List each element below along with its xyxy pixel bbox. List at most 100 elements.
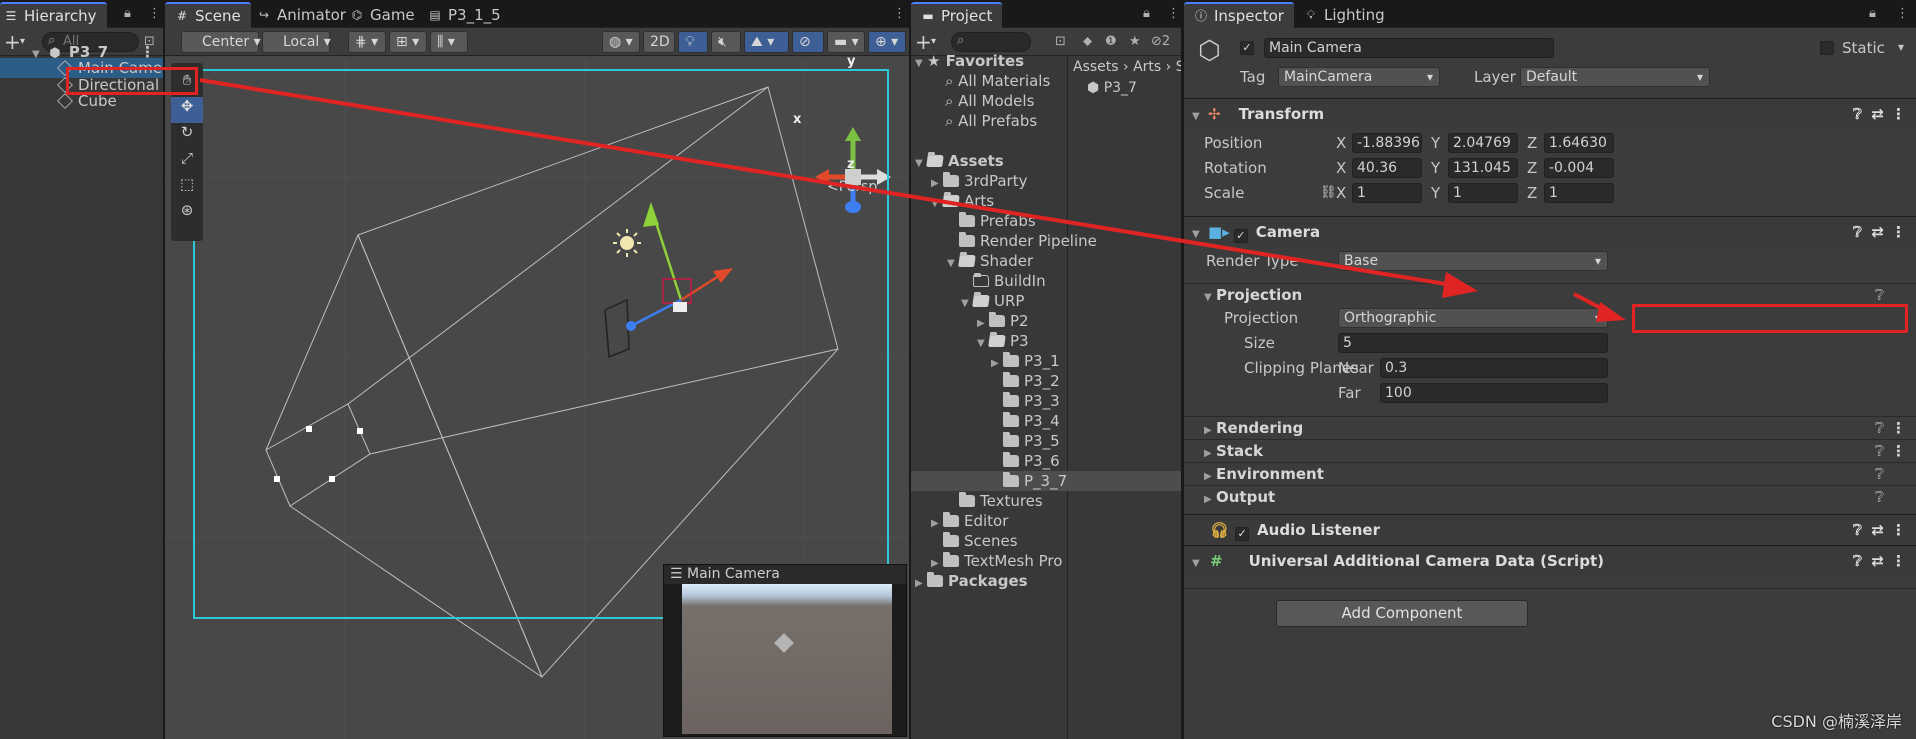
tab-game[interactable]: ⌬ Game: [340, 2, 425, 28]
settings-icon[interactable]: ⇄: [1871, 217, 1884, 247]
folder-item[interactable]: ▼ P3: [911, 331, 1181, 351]
more-icon[interactable]: ⋮: [1891, 99, 1906, 129]
scale-tool-icon[interactable]: ⤢: [171, 149, 203, 175]
draw-mode-button[interactable]: ◍ ▾: [602, 31, 640, 53]
active-checkbox[interactable]: ✓: [1240, 41, 1254, 55]
folder-item[interactable]: P3_6: [911, 451, 1181, 471]
rotation-x-field[interactable]: 40.36: [1352, 158, 1422, 178]
tab-hierarchy[interactable]: ☰ Hierarchy: [0, 2, 107, 28]
position-x-field[interactable]: -1.88396: [1352, 133, 1422, 153]
favorite-item[interactable]: ⌕ All Materials: [911, 71, 1181, 91]
lock-icon[interactable]: 🔒︎: [1143, 6, 1150, 21]
favorites-row[interactable]: ▼ ★ Favorites: [911, 51, 1181, 71]
more-icon[interactable]: ⋮: [1167, 6, 1180, 21]
help-icon[interactable]: ❔︎: [1875, 463, 1884, 485]
camera-header[interactable]: ▼ ■▸ ✓ Camera ❔︎ ⇄ ⋮: [1184, 216, 1916, 246]
hidden-objects-icon[interactable]: ⊘: [792, 31, 824, 53]
help-icon[interactable]: ❔︎: [1875, 417, 1884, 439]
pivot-dropdown[interactable]: Center ▾: [181, 31, 261, 53]
settings-icon[interactable]: ⇄: [1871, 99, 1884, 129]
camera-settings-icon[interactable]: ▬ ▾: [827, 31, 865, 53]
project-search-input[interactable]: [951, 32, 1031, 52]
projection-section-header[interactable]: ▼ Projection ❔︎: [1184, 283, 1916, 305]
mode-2d-button[interactable]: 2D: [643, 31, 675, 53]
snap-increment-button[interactable]: ⊞ ▾: [389, 31, 427, 53]
hidden-packages-icon[interactable]: ⊘2: [1151, 34, 1170, 49]
projection-dropdown[interactable]: Orthographic: [1338, 308, 1608, 328]
tab-project[interactable]: ▬ Project: [911, 2, 1003, 28]
folder-item[interactable]: ▼ URP: [911, 291, 1181, 311]
grid-snap-button[interactable]: ⋕ ▾: [348, 31, 386, 53]
far-field[interactable]: 100: [1380, 383, 1608, 403]
help-icon[interactable]: ❔︎: [1853, 515, 1862, 545]
help-icon[interactable]: ❔︎: [1853, 546, 1862, 576]
folder-item[interactable]: Textures: [911, 491, 1181, 511]
more-icon[interactable]: ⋮: [1891, 417, 1906, 439]
folder-item[interactable]: ▼ Shader: [911, 251, 1181, 271]
more-icon[interactable]: ⋮: [1896, 6, 1909, 21]
folder-item[interactable]: P3_2: [911, 371, 1181, 391]
ruler-button[interactable]: ⫼ ▾: [430, 31, 468, 53]
tab-lighting[interactable]: 💡︎ Lighting: [1294, 2, 1395, 28]
hierarchy-item-cube[interactable]: Cube: [0, 91, 163, 111]
help-icon[interactable]: ❔︎: [1853, 99, 1862, 129]
chevron-down-icon[interactable]: ▾: [931, 36, 936, 47]
rect-tool-icon[interactable]: ⬚: [171, 175, 203, 201]
add-component-button[interactable]: Add Component: [1276, 600, 1528, 627]
more-icon[interactable]: ⋮: [1891, 515, 1906, 545]
audio-listener-header[interactable]: 🎧︎ ✓ Audio Listener ❔︎ ⇄ ⋮: [1184, 514, 1916, 544]
output-section-header[interactable]: ▶ Output ❔︎: [1184, 485, 1916, 507]
folder-item[interactable]: ▶ P3_1: [911, 351, 1181, 371]
link-icon[interactable]: ⛓︎: [1320, 185, 1337, 200]
help-icon[interactable]: ❔︎: [1875, 486, 1884, 508]
folder-item[interactable]: ▼ Arts: [911, 191, 1181, 211]
favorite-item[interactable]: ⌕ All Models: [911, 91, 1181, 111]
folder-item[interactable]: Prefabs: [911, 211, 1181, 231]
transform-header[interactable]: ▼ ✢ Transform ❔︎ ⇄ ⋮: [1184, 98, 1916, 128]
transform-tool-icon[interactable]: ⊛: [171, 201, 203, 227]
move-tool-icon[interactable]: ✥: [171, 97, 203, 123]
help-icon[interactable]: ❔︎: [1853, 217, 1862, 247]
assets-row[interactable]: ▼ Assets: [911, 151, 1181, 171]
scale-z-field[interactable]: 1: [1544, 183, 1614, 203]
static-checkbox[interactable]: [1820, 41, 1834, 55]
folder-item[interactable]: P3_3: [911, 391, 1181, 411]
tab-inspector[interactable]: ⓘ Inspector: [1184, 2, 1294, 28]
tab-p3-1-5[interactable]: ▤ P3_1_5: [418, 2, 511, 28]
scene-viewport[interactable]: y x z <Persp ✋︎ ✥ ↻ ⤢ ⬚ ⊛ ☰ Main Camera: [165, 57, 909, 739]
warning-filter-icon[interactable]: ❶: [1105, 34, 1117, 49]
help-icon[interactable]: ❔︎: [1875, 284, 1884, 306]
label-filter-icon[interactable]: ⬥: [1083, 34, 1092, 49]
effects-toggle-icon[interactable]: ⛰︎ ▾: [744, 31, 789, 53]
drag-handle-icon[interactable]: ☰: [670, 566, 683, 582]
folder-item[interactable]: ▶ 3rdParty: [911, 171, 1181, 191]
folder-item[interactable]: ▶ Editor: [911, 511, 1181, 531]
tag-dropdown[interactable]: MainCamera: [1278, 67, 1440, 87]
more-icon[interactable]: ⋮: [1891, 217, 1906, 247]
urp-camera-data-header[interactable]: ▼ # Universal Additional Camera Data (Scri…: [1184, 545, 1916, 575]
folder-item[interactable]: P3_4: [911, 411, 1181, 431]
settings-icon[interactable]: ⇄: [1871, 515, 1884, 545]
stack-section-header[interactable]: ▶ Stack ❔︎ ⋮: [1184, 439, 1916, 461]
folder-item[interactable]: ▶ P2: [911, 311, 1181, 331]
folder-item-selected[interactable]: P_3_7: [911, 471, 1181, 491]
folder-item[interactable]: ▶ TextMesh Pro: [911, 551, 1181, 571]
lighting-toggle-icon[interactable]: 💡︎: [678, 31, 708, 53]
hand-tool-icon[interactable]: ✋︎: [171, 71, 203, 97]
scale-x-field[interactable]: 1: [1352, 183, 1422, 203]
rotation-y-field[interactable]: 131.045: [1448, 158, 1518, 178]
tab-scene[interactable]: # Scene: [165, 2, 251, 28]
rendering-section-header[interactable]: ▶ Rendering ❔︎ ⋮: [1184, 416, 1916, 438]
settings-icon[interactable]: ⇄: [1871, 546, 1884, 576]
layer-dropdown[interactable]: Default: [1520, 67, 1710, 87]
render-type-dropdown[interactable]: Base: [1338, 251, 1608, 271]
folder-item[interactable]: Render Pipeline: [911, 231, 1181, 251]
scale-y-field[interactable]: 1: [1448, 183, 1518, 203]
audio-listener-checkbox[interactable]: ✓: [1235, 527, 1250, 541]
search-by-type-icon[interactable]: ⊡: [1055, 34, 1066, 49]
environment-section-header[interactable]: ▶ Environment ❔︎: [1184, 462, 1916, 484]
camera-enabled-checkbox[interactable]: ✓: [1233, 229, 1248, 243]
more-icon[interactable]: ⋮: [893, 6, 906, 21]
favorite-item[interactable]: ⌕ All Prefabs: [911, 111, 1181, 131]
lock-icon[interactable]: 🔒︎: [1869, 6, 1876, 21]
